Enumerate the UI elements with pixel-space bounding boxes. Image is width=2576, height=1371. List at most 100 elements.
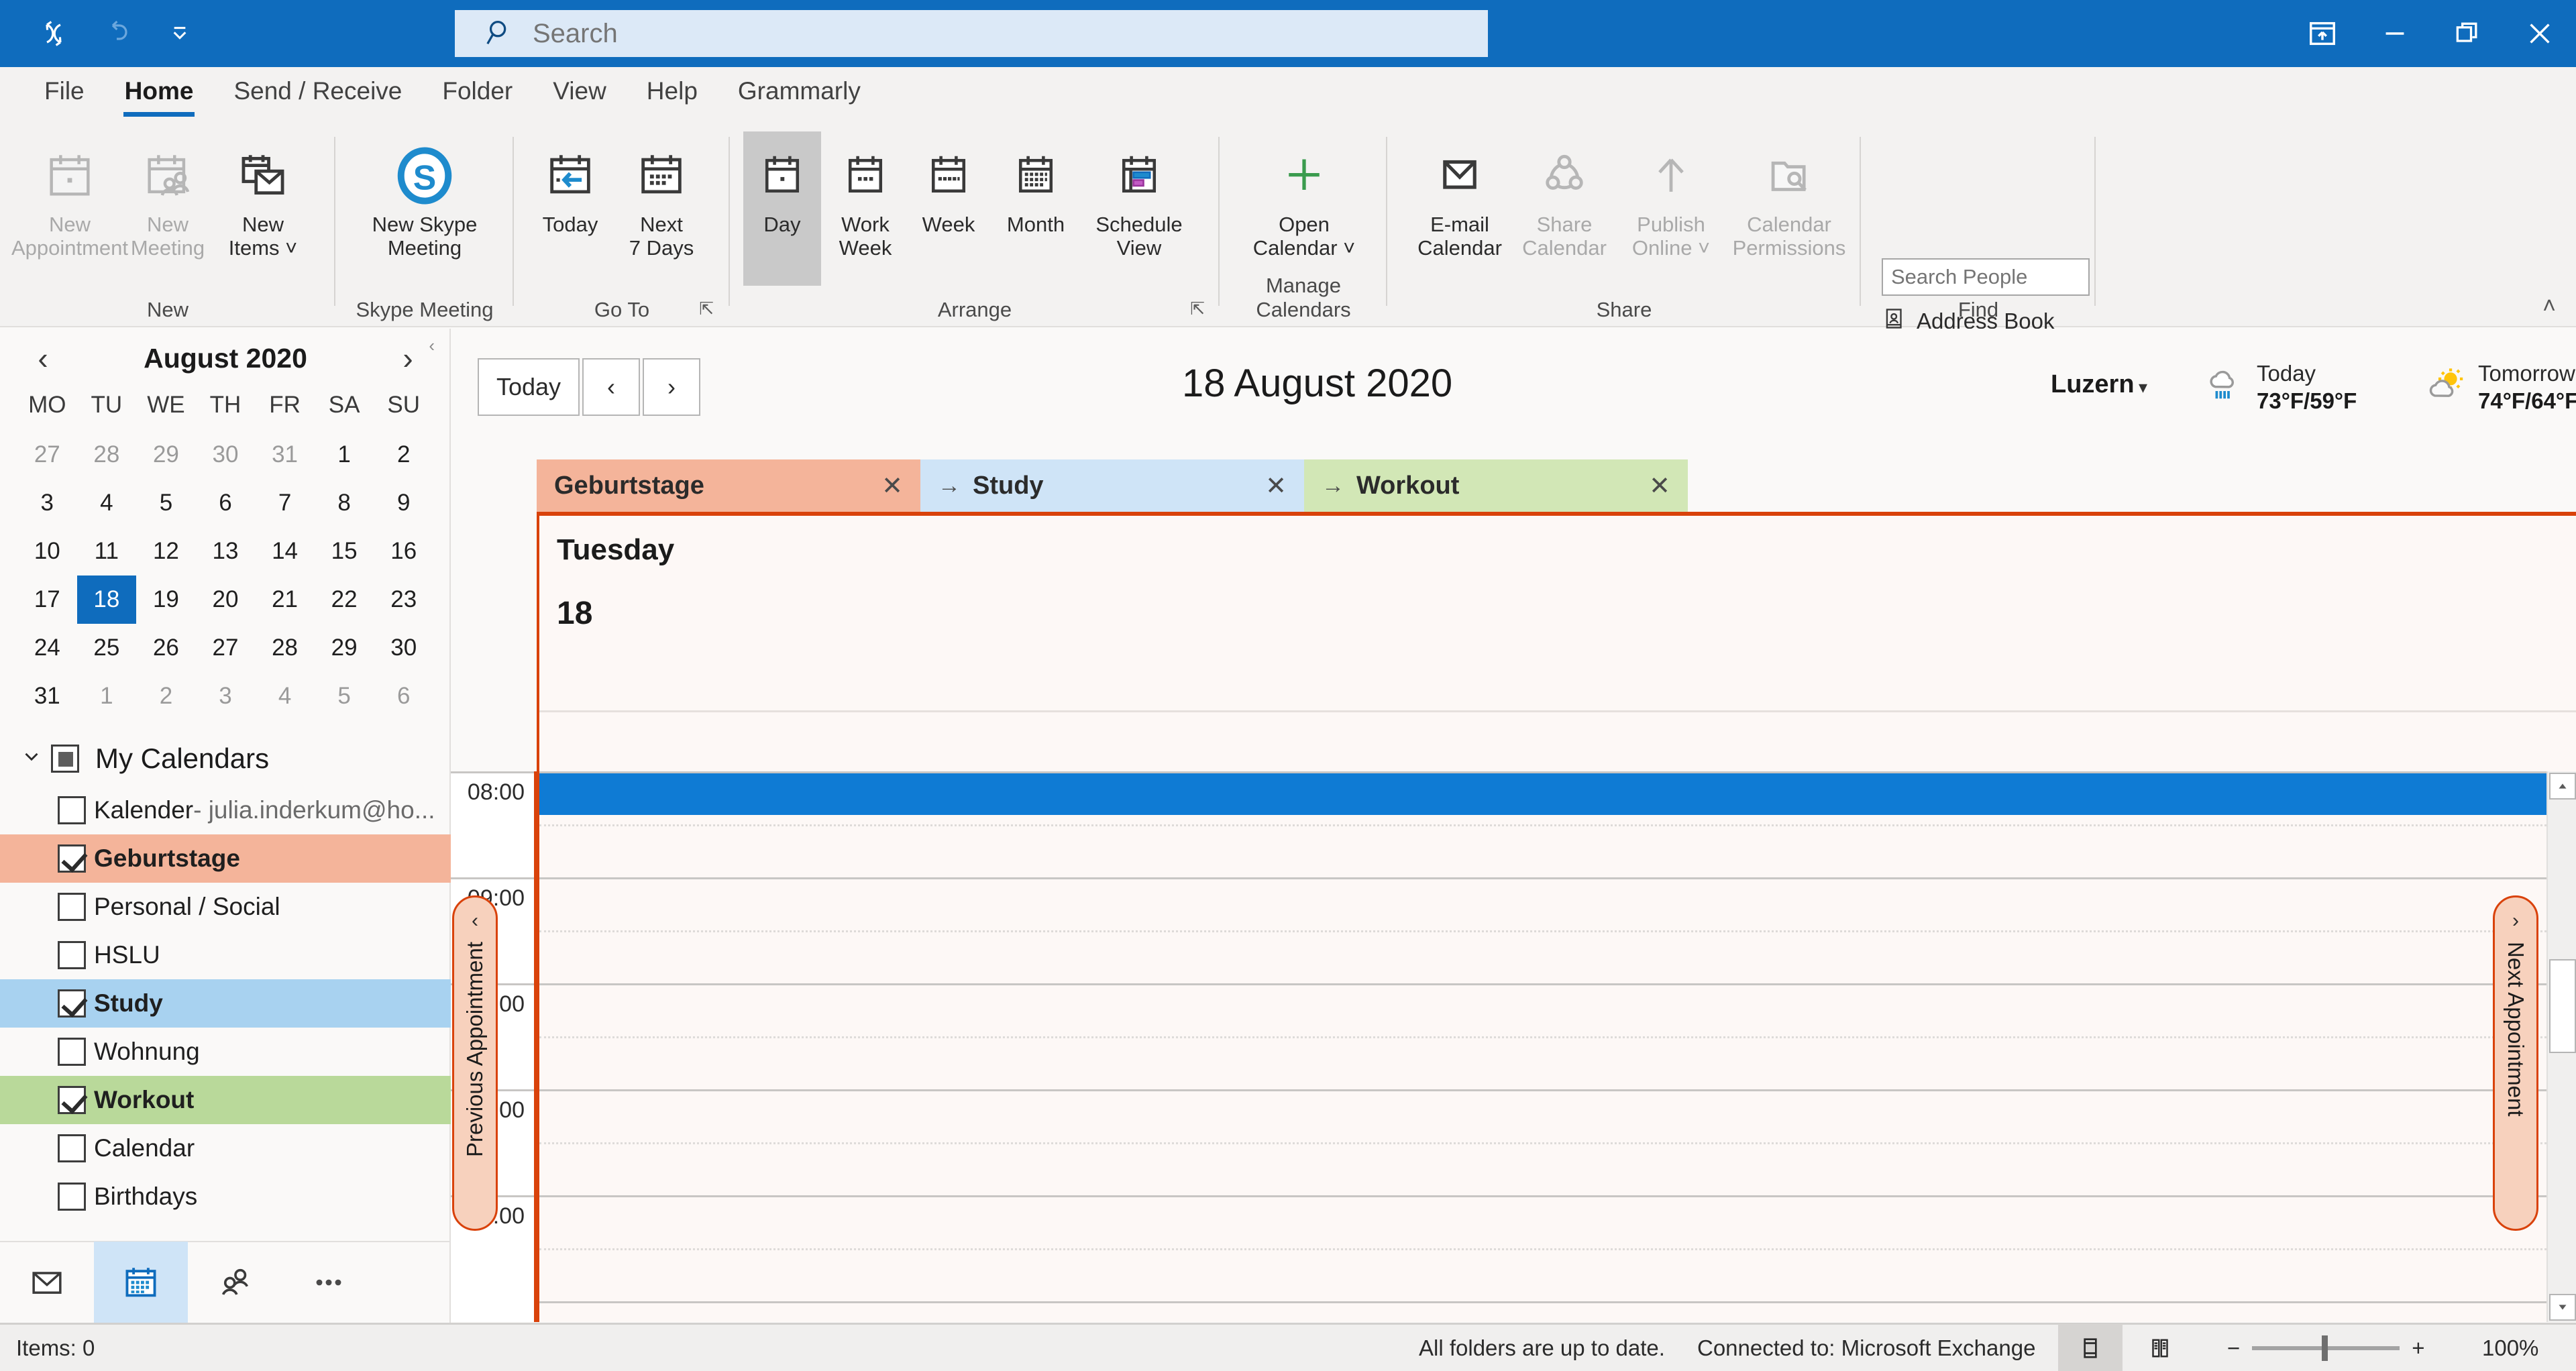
calendar-list-item-kalender[interactable]: Kalender - julia.inderkum@ho...	[0, 786, 451, 834]
mini-calendar-day[interactable]: 17	[17, 575, 77, 624]
customize-qat-icon[interactable]	[157, 11, 203, 56]
reading-view-icon[interactable]	[2128, 1324, 2192, 1371]
week-view-button[interactable]: Week	[910, 131, 987, 237]
calendar-checkbox[interactable]	[58, 1134, 86, 1162]
mini-calendar-day[interactable]: 16	[374, 527, 433, 575]
close-icon[interactable]	[2504, 0, 2576, 67]
mini-calendar-day[interactable]: 19	[136, 575, 196, 624]
mini-calendar-day[interactable]: 4	[255, 672, 315, 720]
nav-item-calendar[interactable]	[94, 1242, 188, 1323]
mini-calendar-day[interactable]: 25	[77, 624, 137, 672]
scroll-up-icon[interactable]	[2549, 773, 2576, 800]
selected-time-slot[interactable]	[539, 773, 2546, 815]
mini-calendar-day[interactable]: 7	[255, 479, 315, 527]
calendar-group-my-calendars[interactable]: My Calendars	[0, 731, 451, 786]
calendar-tab-geburtstage[interactable]: Geburtstage ✕	[537, 459, 920, 512]
mini-calendar-prev-button[interactable]: ‹	[23, 340, 63, 376]
mini-calendar-day[interactable]: 5	[136, 479, 196, 527]
new-items-button[interactable]: New Items ˅	[213, 131, 313, 260]
mini-calendar-day[interactable]: 3	[196, 672, 256, 720]
collapse-folder-pane-icon[interactable]: ‹	[429, 335, 435, 356]
arrow-right-icon[interactable]: →	[1322, 473, 1344, 499]
calendar-checkbox[interactable]	[58, 1183, 86, 1211]
mini-calendar-day[interactable]: 21	[255, 575, 315, 624]
ribbon-tab-help[interactable]: Help	[627, 71, 718, 119]
calendar-tab-workout[interactable]: → Workout ✕	[1304, 459, 1688, 512]
mini-calendar-day[interactable]: 28	[77, 431, 137, 479]
zoom-slider-thumb[interactable]	[2322, 1335, 2328, 1361]
zoom-in-button[interactable]: +	[2412, 1335, 2424, 1361]
mini-calendar-day[interactable]: 6	[374, 672, 433, 720]
today-button[interactable]: Today	[523, 131, 617, 237]
mini-calendar-day[interactable]: 2	[136, 672, 196, 720]
next-7-days-button[interactable]: Next 7 Days	[614, 131, 708, 260]
weather-city-label[interactable]: Luzern	[2051, 370, 2135, 399]
close-icon[interactable]: ✕	[1265, 471, 1287, 501]
weather-city-chevron-icon[interactable]: ▾	[2139, 377, 2147, 398]
next-day-button[interactable]: ›	[643, 358, 700, 416]
mini-calendar-day[interactable]: 20	[196, 575, 256, 624]
weather-tomorrow[interactable]: Tomorrow 74°F/64°F	[2423, 360, 2576, 415]
mini-calendar-day[interactable]: 6	[196, 479, 256, 527]
close-icon[interactable]: ✕	[881, 471, 903, 501]
ribbon-tab-home[interactable]: Home	[105, 71, 214, 119]
calendar-checkbox[interactable]	[58, 844, 86, 873]
calendar-list-item-geburtstage[interactable]: Geburtstage	[0, 834, 451, 883]
arrow-right-icon[interactable]: →	[938, 473, 961, 499]
mini-calendar-day[interactable]: 1	[315, 431, 374, 479]
mini-calendar-next-button[interactable]: ›	[388, 340, 428, 376]
schedule-view-button[interactable]: Schedule View	[1079, 131, 1199, 260]
mini-calendar-day[interactable]: 9	[374, 479, 433, 527]
scrollbar-thumb[interactable]	[2549, 959, 2576, 1053]
calendar-checkbox[interactable]	[58, 796, 86, 824]
ribbon-tab-send-receive[interactable]: Send / Receive	[213, 71, 422, 119]
calendar-list-item-personal-social[interactable]: Personal / Social	[0, 883, 451, 931]
calendar-checkbox[interactable]	[58, 941, 86, 969]
mini-calendar-day[interactable]: 1	[77, 672, 137, 720]
ribbon-display-options-icon[interactable]	[2286, 0, 2359, 67]
month-view-button[interactable]: Month	[993, 131, 1079, 237]
calendar-list-item-wohnung[interactable]: Wohnung	[0, 1028, 451, 1076]
calendar-list-item-hslu[interactable]: HSLU	[0, 931, 451, 979]
zoom-control[interactable]: − +	[2227, 1335, 2425, 1361]
mini-calendar-day[interactable]: 27	[196, 624, 256, 672]
nav-item-mail[interactable]	[0, 1242, 94, 1323]
work-week-view-button[interactable]: Work Week	[826, 131, 904, 260]
mini-calendar-day[interactable]: 30	[196, 431, 256, 479]
new-skype-meeting-button[interactable]: S New Skype Meeting	[342, 131, 507, 260]
mini-calendar-day[interactable]: 4	[77, 479, 137, 527]
ribbon-tab-grammarly[interactable]: Grammarly	[718, 71, 881, 119]
day-view-button[interactable]: Day	[743, 131, 821, 286]
mini-calendar-day[interactable]: 27	[17, 431, 77, 479]
mini-calendar-day[interactable]: 14	[255, 527, 315, 575]
mini-calendar-day[interactable]: 31	[255, 431, 315, 479]
close-icon[interactable]: ✕	[1649, 471, 1670, 501]
nav-item-more-options[interactable]	[282, 1242, 376, 1323]
mini-calendar-day[interactable]: 23	[374, 575, 433, 624]
mini-calendar-day[interactable]: 15	[315, 527, 374, 575]
ribbon-tab-file[interactable]: File	[24, 71, 105, 119]
zoom-level-label[interactable]: 100%	[2482, 1335, 2538, 1361]
calendar-checkbox[interactable]	[58, 893, 86, 921]
weather-today[interactable]: Today 73°F/59°F	[2202, 360, 2357, 415]
go-to-dialog-launcher[interactable]: ⇱	[699, 298, 714, 319]
mini-calendar-day[interactable]: 8	[315, 479, 374, 527]
calendar-tab-study[interactable]: → Study ✕	[920, 459, 1304, 512]
open-calendar-button[interactable]: Open Calendar ˅	[1238, 131, 1370, 260]
chevron-down-icon[interactable]	[20, 743, 43, 775]
mini-calendar-day[interactable]: 2	[374, 431, 433, 479]
mini-calendar-day[interactable]: 28	[255, 624, 315, 672]
calendar-vertical-scrollbar[interactable]	[2546, 771, 2576, 1322]
search-input[interactable]	[533, 18, 1405, 49]
mini-calendar-day[interactable]: 12	[136, 527, 196, 575]
normal-view-icon[interactable]	[2058, 1323, 2123, 1371]
email-calendar-button[interactable]: E-mail Calendar	[1407, 131, 1512, 260]
calendar-list-item-birthdays[interactable]: Birthdays	[0, 1172, 451, 1221]
mini-calendar-day[interactable]: 24	[17, 624, 77, 672]
calendar-list-item-workout[interactable]: Workout	[0, 1076, 451, 1124]
search-people-input[interactable]	[1883, 260, 2088, 294]
today-nav-button[interactable]: Today	[478, 358, 580, 416]
mini-calendar-day[interactable]: 3	[17, 479, 77, 527]
calendar-checkbox[interactable]	[58, 1038, 86, 1066]
calendar-checkbox[interactable]	[58, 1086, 86, 1114]
